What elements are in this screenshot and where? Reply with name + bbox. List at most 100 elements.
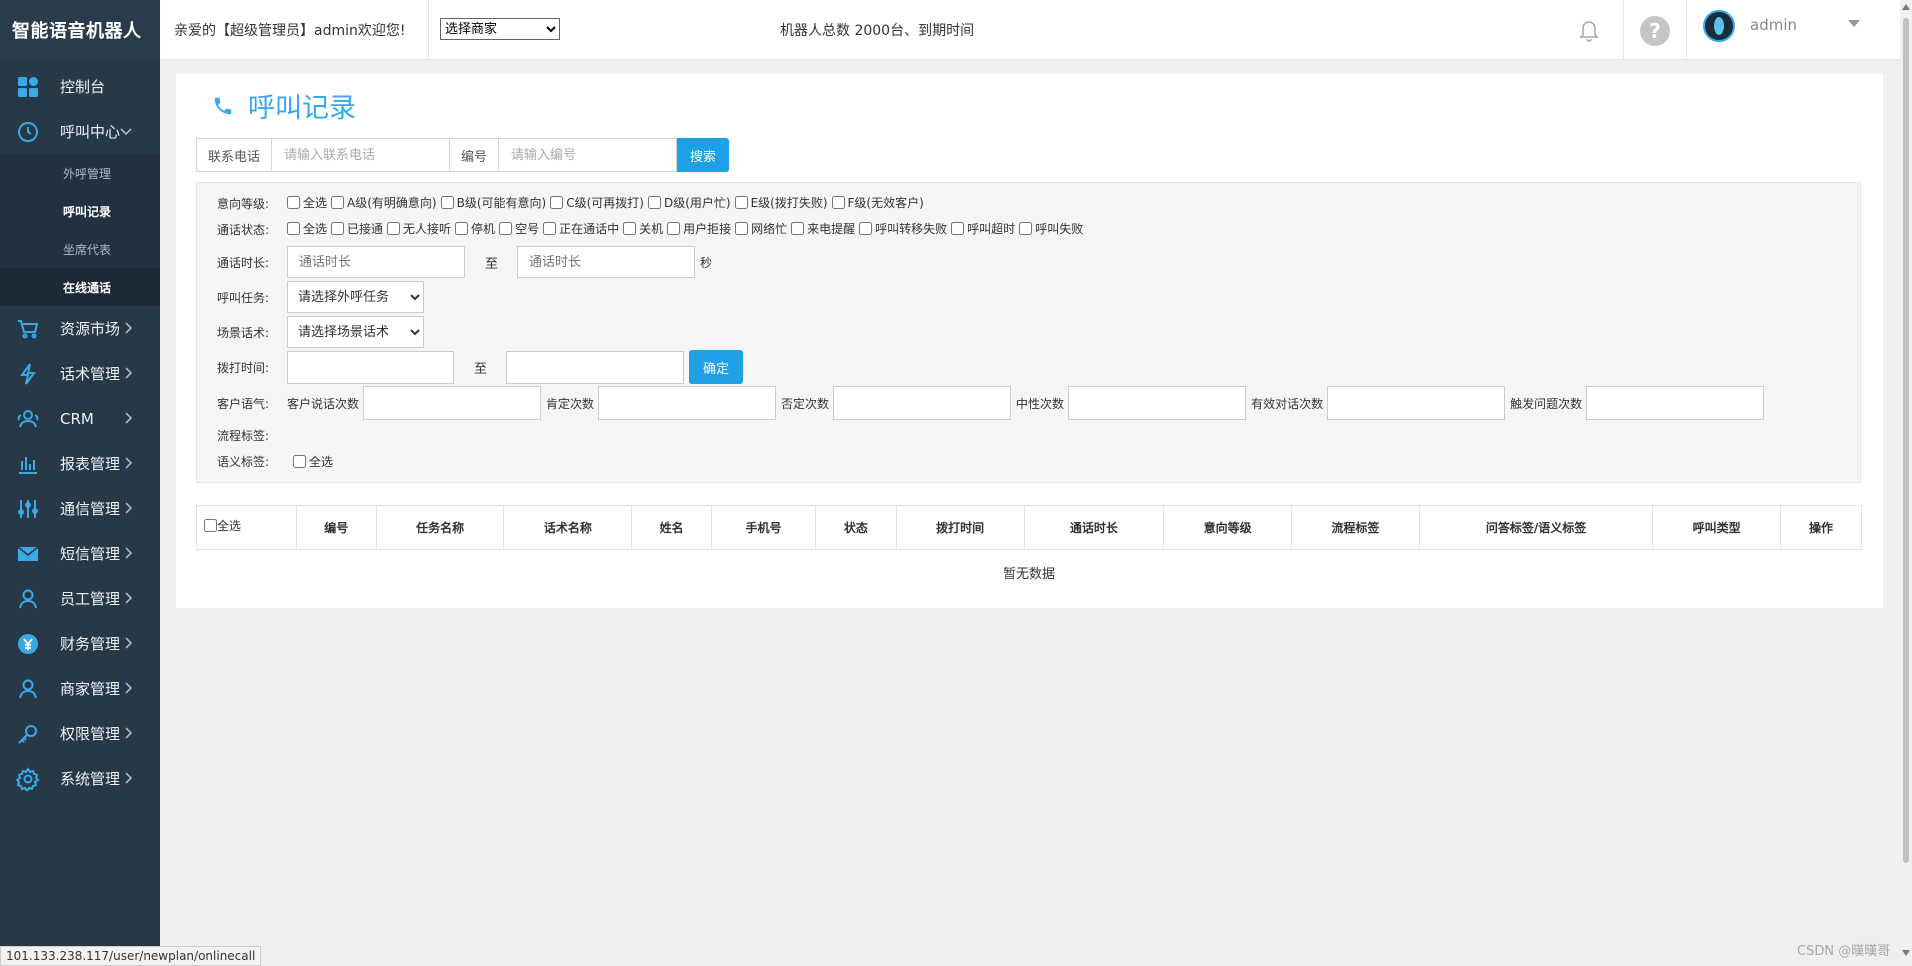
semantic-tag-label: 语义标签: <box>217 455 270 469</box>
submenu-item-online-calls[interactable]: 在线通话 <box>0 268 160 306</box>
status-checkbox[interactable]: 呼叫超时 <box>951 220 1015 237</box>
dial-time-filter-row: 拨打时间: 至 确定 <box>217 350 744 384</box>
scroll-thumb[interactable] <box>1903 18 1909 863</box>
submenu-item-outbound[interactable]: 外呼管理 <box>0 154 160 192</box>
mail-icon <box>14 540 42 568</box>
divider <box>1686 0 1687 60</box>
merchant-select[interactable]: 选择商家 <box>440 18 560 40</box>
sidebar-item-telecom[interactable]: 通信管理 <box>0 486 160 531</box>
status-checkbox[interactable]: 全选 <box>287 220 327 237</box>
status-checkbox[interactable]: 停机 <box>455 220 495 237</box>
intent-checkbox[interactable]: D级(用户忙) <box>647 194 731 211</box>
sidebar-item-crm[interactable]: CRM <box>0 396 160 441</box>
duration-filter-row: 通话时长: 至 秒 <box>217 246 712 278</box>
column-header: 编号 <box>295 505 377 550</box>
select-all-header[interactable]: 全选 <box>196 505 297 550</box>
range-separator: 至 <box>474 361 488 377</box>
tone-field-input[interactable] <box>833 386 1012 420</box>
semantic-all-checkbox[interactable]: 全选 <box>293 453 333 470</box>
scroll-down-icon[interactable] <box>1902 950 1910 956</box>
sidebar-item-dashboard[interactable]: 控制台 <box>0 64 160 109</box>
phone-search-input[interactable] <box>272 138 451 172</box>
scroll-up-icon[interactable] <box>1902 4 1910 10</box>
search-button[interactable]: 搜索 <box>677 138 730 172</box>
username[interactable]: admin <box>1750 16 1797 34</box>
chevron-down-icon[interactable] <box>1848 20 1860 27</box>
sidebar-item-label: 系统管理 <box>60 770 121 788</box>
scrollbar[interactable] <box>1900 0 1912 966</box>
status-checkbox[interactable]: 呼叫失败 <box>1019 220 1083 237</box>
dial-time-end-input[interactable] <box>506 350 685 384</box>
merchant-icon <box>14 675 42 703</box>
tone-field-input[interactable] <box>1586 386 1765 420</box>
status-checkbox[interactable]: 关机 <box>623 220 663 237</box>
status-checkbox[interactable]: 已接通 <box>331 220 383 237</box>
id-search-input[interactable] <box>499 138 678 172</box>
sidebar-nav: 控制台 呼叫中心 <box>0 64 160 154</box>
status-checkbox[interactable]: 空号 <box>499 220 539 237</box>
intent-checkbox[interactable]: C级(可再拨打) <box>550 194 644 211</box>
intent-checkbox[interactable]: A级(有明确意向) <box>331 194 437 211</box>
column-header: 问答标签/语义标签 <box>1418 505 1654 550</box>
sidebar-item-label: 报表管理 <box>60 455 121 473</box>
duration-max-input[interactable] <box>517 246 696 278</box>
status-checkbox[interactable]: 正在通话中 <box>543 220 619 237</box>
intent-checkbox[interactable]: 全选 <box>287 194 327 211</box>
sidebar-item-call-center[interactable]: 呼叫中心 <box>0 109 160 154</box>
tone-field-input[interactable] <box>1068 386 1247 420</box>
status-checkbox[interactable]: 来电提醒 <box>791 220 855 237</box>
tone-field-label: 中性次数 <box>1016 396 1065 411</box>
submenu-item-call-records[interactable]: 呼叫记录 <box>0 192 160 230</box>
tone-field-input[interactable] <box>598 386 777 420</box>
clock-icon <box>14 118 42 146</box>
tone-field-input[interactable] <box>363 386 542 420</box>
checkbox-label: 全选 <box>303 222 328 236</box>
duration-min-input[interactable] <box>287 246 465 278</box>
tone-field-label: 有效对话次数 <box>1251 396 1324 411</box>
task-select[interactable]: 请选择外呼任务 <box>287 281 424 313</box>
tone-field-label: 触发问题次数 <box>1510 396 1583 411</box>
sidebar-item-resource-market[interactable]: 资源市场 <box>0 306 160 351</box>
chevron-right-icon <box>118 588 138 608</box>
column-header: 拨打时间 <box>895 505 1025 550</box>
sidebar-item-scripts[interactable]: 话术管理 <box>0 351 160 396</box>
person-icon <box>14 585 42 613</box>
sidebar-item-permissions[interactable]: 权限管理 <box>0 711 160 756</box>
intent-checkbox[interactable]: E级(拨打失败) <box>734 194 828 211</box>
sidebar-item-merchants[interactable]: 商家管理 <box>0 666 160 711</box>
status-checkbox[interactable]: 网络忙 <box>735 220 787 237</box>
chevron-right-icon <box>118 768 138 788</box>
status-checkbox[interactable]: 用户拒接 <box>667 220 731 237</box>
checkbox-label: 用户拒接 <box>683 222 732 236</box>
bell-icon[interactable] <box>1575 16 1603 44</box>
help-icon[interactable]: ? <box>1640 16 1670 46</box>
avatar[interactable] <box>1703 10 1735 42</box>
sidebar-item-finance[interactable]: 财务管理 <box>0 621 160 666</box>
dial-time-start-input[interactable] <box>287 350 454 384</box>
checkbox-label: C级(可再拨打) <box>566 196 644 210</box>
task-label: 呼叫任务: <box>217 290 270 305</box>
chevron-right-icon <box>118 678 138 698</box>
sidebar-item-system[interactable]: 系统管理 <box>0 756 160 801</box>
status-checkbox[interactable]: 无人接听 <box>387 220 451 237</box>
table-header-row: 全选 编号 任务名称 话术名称 姓名 手机号 状态 拨打时间 通话时长 意向等级 流程标签 问答标签… <box>196 505 1862 550</box>
app-logo: 智能语音机器人 <box>0 0 160 60</box>
sidebar-item-label: 权限管理 <box>60 725 121 743</box>
intent-checkbox[interactable]: F级(无效客户) <box>831 194 924 211</box>
submenu-item-agents[interactable]: 坐席代表 <box>0 230 160 268</box>
tone-field-label: 肯定次数 <box>546 396 595 411</box>
sidebar-item-reports[interactable]: 报表管理 <box>0 441 160 486</box>
script-select[interactable]: 请选择场景话术 <box>287 316 424 348</box>
sidebar-item-label: 话术管理 <box>60 365 121 383</box>
checkbox-label: 空号 <box>515 222 540 236</box>
status-checkbox[interactable]: 呼叫转移失败 <box>859 220 947 237</box>
checkbox-label: 关机 <box>639 222 664 236</box>
sidebar-item-staff[interactable]: 员工管理 <box>0 576 160 621</box>
confirm-button[interactable]: 确定 <box>689 350 744 384</box>
top-bar: 亲爱的【超级管理员】admin欢迎您! 选择商家 机器人总数 2000台、到期时… <box>160 0 1900 60</box>
intent-checkbox[interactable]: B级(可能有意向) <box>440 194 546 211</box>
tone-field-input[interactable] <box>1327 386 1506 420</box>
sidebar-item-sms[interactable]: 短信管理 <box>0 531 160 576</box>
task-filter-row: 呼叫任务: 请选择外呼任务 <box>217 281 424 313</box>
lightning-icon <box>14 360 42 388</box>
